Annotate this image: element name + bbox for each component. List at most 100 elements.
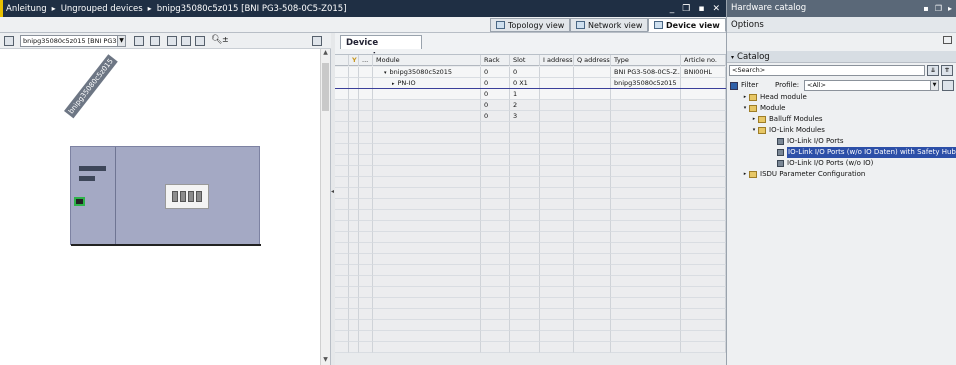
empty-cell[interactable] [611, 221, 681, 232]
catalog-tree-item[interactable]: ▸ Balluff Modules [727, 114, 956, 125]
empty-cell[interactable] [481, 232, 510, 243]
table-row[interactable] [335, 133, 726, 144]
column-header-i-address[interactable]: I address [540, 55, 574, 66]
device-rack[interactable] [70, 146, 261, 246]
splitter-arrow-icon[interactable]: ◂ [331, 188, 334, 195]
empty-cell[interactable] [335, 210, 349, 221]
empty-cell[interactable] [335, 221, 349, 232]
chevron-right-icon[interactable]: ▸ [742, 92, 748, 103]
empty-cell[interactable] [611, 199, 681, 210]
empty-cell[interactable] [349, 133, 359, 144]
empty-cell[interactable] [574, 265, 611, 276]
empty-cell[interactable] [373, 133, 481, 144]
column-header-module[interactable]: Module [373, 55, 481, 66]
empty-cell[interactable] [611, 309, 681, 320]
scrollbar-thumb[interactable] [322, 63, 329, 111]
empty-cell[interactable] [359, 221, 373, 232]
empty-cell[interactable] [373, 243, 481, 254]
empty-cell[interactable] [481, 298, 510, 309]
empty-cell[interactable] [335, 188, 349, 199]
qaddr-cell[interactable] [574, 100, 611, 111]
qaddr-cell[interactable] [574, 78, 611, 89]
catalog-search-input[interactable]: <Search> [729, 65, 925, 76]
column-header-slot[interactable]: Slot [510, 55, 540, 66]
empty-cell[interactable] [335, 89, 349, 100]
empty-cell[interactable] [373, 210, 481, 221]
empty-cell[interactable] [681, 122, 726, 133]
slot-cell[interactable]: 0 X1 [510, 78, 540, 89]
catalog-tree-item[interactable]: IO-Link I/O Ports (w/o IO Daten) with Sa… [727, 147, 956, 158]
empty-cell[interactable] [373, 331, 481, 342]
empty-cell[interactable] [611, 276, 681, 287]
empty-cell[interactable] [540, 188, 574, 199]
type-cell[interactable] [611, 89, 681, 100]
zoom-icon[interactable]: 🔍︎ [211, 35, 222, 45]
empty-cell[interactable] [335, 342, 349, 353]
empty-cell[interactable] [359, 199, 373, 210]
empty-cell[interactable] [335, 254, 349, 265]
zoom-fit-icon[interactable] [167, 36, 177, 46]
empty-cell[interactable] [574, 287, 611, 298]
empty-cell[interactable] [373, 166, 481, 177]
slot-cell[interactable]: 3 [510, 111, 540, 122]
empty-cell[interactable] [611, 331, 681, 342]
empty-cell[interactable] [373, 298, 481, 309]
table-row[interactable] [335, 309, 726, 320]
float-button[interactable]: ▪ [698, 4, 704, 14]
empty-cell[interactable] [335, 243, 349, 254]
table-row[interactable] [335, 199, 726, 210]
module-cell[interactable] [373, 111, 481, 122]
empty-cell[interactable] [373, 155, 481, 166]
empty-cell[interactable] [349, 254, 359, 265]
empty-cell[interactable] [359, 320, 373, 331]
type-cell[interactable] [611, 100, 681, 111]
empty-cell[interactable] [510, 342, 540, 353]
device-module-graphic[interactable] [165, 184, 209, 209]
empty-cell[interactable] [481, 199, 510, 210]
breadcrumb-project[interactable]: Anleitung [6, 4, 47, 14]
empty-cell[interactable] [510, 331, 540, 342]
article-cell[interactable] [681, 89, 726, 100]
grid-icon[interactable] [181, 36, 191, 46]
breadcrumb-group[interactable]: Ungrouped devices [61, 4, 143, 14]
empty-cell[interactable] [335, 133, 349, 144]
empty-cell[interactable] [611, 342, 681, 353]
table-row[interactable] [335, 210, 726, 221]
rack-cell[interactable]: 0 [481, 67, 510, 78]
empty-cell[interactable] [335, 144, 349, 155]
catalog-tree-item[interactable]: ▾ Module [727, 103, 956, 114]
empty-cell[interactable] [540, 210, 574, 221]
empty-cell[interactable] [574, 122, 611, 133]
rack-cell[interactable]: 0 [481, 78, 510, 89]
table-row[interactable] [335, 188, 726, 199]
table-row[interactable] [335, 298, 726, 309]
empty-cell[interactable] [540, 254, 574, 265]
empty-cell[interactable] [373, 287, 481, 298]
empty-cell[interactable] [681, 265, 726, 276]
empty-cell[interactable] [540, 166, 574, 177]
empty-cell[interactable] [481, 221, 510, 232]
empty-cell[interactable] [373, 320, 481, 331]
chevron-down-icon[interactable]: ▼ [117, 36, 125, 46]
empty-cell[interactable] [611, 122, 681, 133]
empty-cell[interactable] [574, 331, 611, 342]
qaddr-cell[interactable] [574, 111, 611, 122]
empty-cell[interactable] [359, 276, 373, 287]
empty-cell[interactable] [359, 78, 373, 89]
tab-device-overview[interactable]: Device overview [340, 35, 422, 62]
chevron-down-icon[interactable]: ▼ [930, 81, 938, 90]
table-row[interactable] [335, 342, 726, 353]
empty-cell[interactable] [373, 342, 481, 353]
empty-cell[interactable] [681, 188, 726, 199]
empty-cell[interactable] [359, 155, 373, 166]
minimize-button[interactable]: _ [670, 4, 675, 14]
empty-cell[interactable] [540, 287, 574, 298]
empty-cell[interactable] [335, 320, 349, 331]
empty-cell[interactable] [349, 122, 359, 133]
empty-cell[interactable] [481, 243, 510, 254]
empty-cell[interactable] [510, 155, 540, 166]
empty-cell[interactable] [681, 177, 726, 188]
empty-cell[interactable] [373, 221, 481, 232]
empty-cell[interactable] [335, 155, 349, 166]
pin-button[interactable]: ▪ [923, 0, 928, 17]
